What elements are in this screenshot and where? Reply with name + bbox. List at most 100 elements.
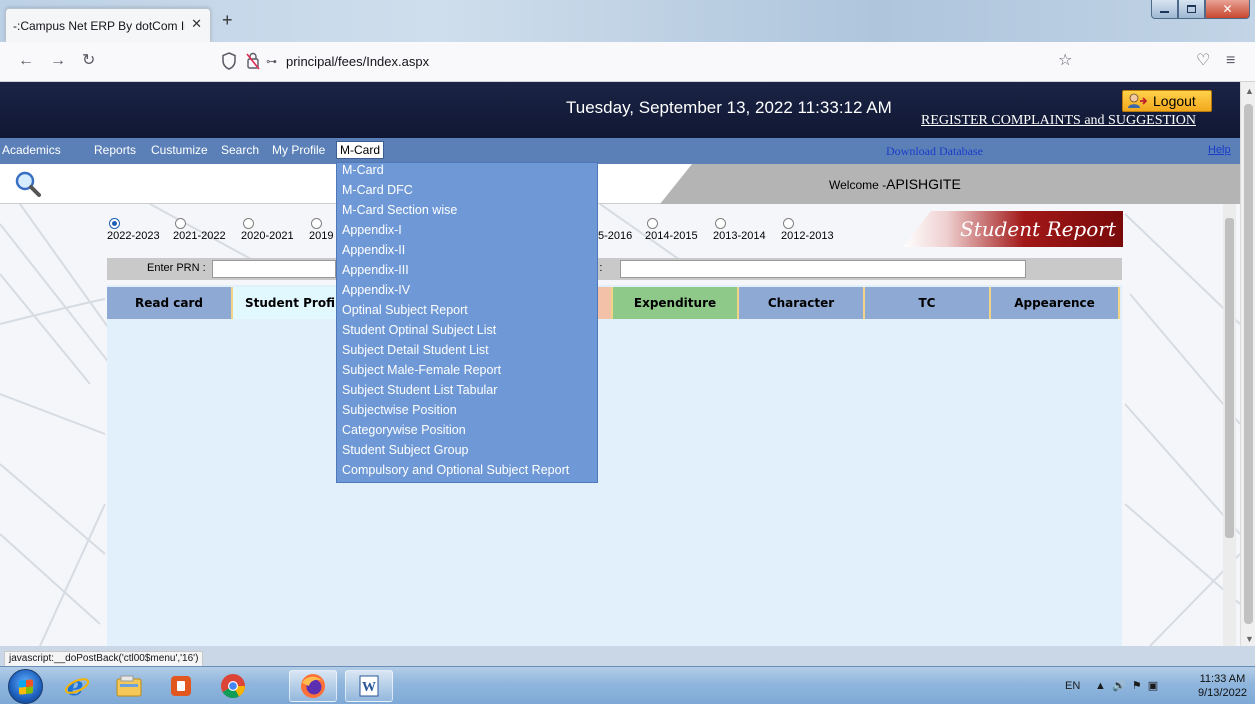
start-button-icon[interactable] [8,669,43,704]
minimize-button[interactable] [1151,0,1178,19]
menu-custumize[interactable]: Custumize [151,143,208,157]
svg-text:W: W [362,680,376,695]
download-database-link[interactable]: Download Database [886,144,983,159]
page-scrollbar[interactable]: ▲ ▼ [1240,82,1255,646]
dropdown-item-m-card[interactable]: M-Card [342,163,384,177]
page-header: Tuesday, September 13, 2022 11:33:12 AM … [0,82,1240,138]
radio[interactable] [783,218,794,229]
web-page: Tuesday, September 13, 2022 11:33:12 AM … [0,82,1240,646]
year-option-2022-2023[interactable]: 2022-2023 [107,218,160,242]
word-icon[interactable]: W [345,670,393,702]
pocket-icon[interactable]: ♡ [1196,53,1210,69]
maximize-button[interactable] [1178,0,1205,19]
dropdown-item-appendix-iii[interactable]: Appendix-III [342,263,409,277]
permissions-icon[interactable]: ⊶ [266,55,277,68]
year-option-2014-2015[interactable]: 2014-2015 [645,218,698,242]
tab-read-card[interactable]: Read card [107,287,233,319]
report-tabs: Read card Student Profil Expenditure Cha… [107,287,1122,319]
dropdown-item-student-optinal-subject-list[interactable]: Student Optinal Subject List [342,323,496,337]
dropdown-item-optinal-subject-report[interactable]: Optinal Subject Report [342,303,468,317]
menu-academics[interactable]: Academics [2,143,61,157]
browser-tab[interactable]: -:Campus Net ERP By dotCom Infot ✕ [5,8,211,42]
dropdown-item-m-card-section-wise[interactable]: M-Card Section wise [342,203,457,217]
radio[interactable] [647,218,658,229]
menu-hamburger-icon[interactable]: ≡ [1226,53,1235,69]
prn-input[interactable] [212,260,336,278]
reload-icon[interactable]: ↻ [82,53,95,69]
taskbar-clock[interactable]: 11:33 AM 9/13/2022 [1198,672,1247,700]
bookmark-star-icon[interactable]: ☆ [1058,53,1072,69]
name-input[interactable] [620,260,1026,278]
forward-arrow-icon[interactable]: → [50,53,66,69]
dropdown-item-student-subject-group[interactable]: Student Subject Group [342,443,468,457]
system-tray-icons[interactable]: ▲ 🔊 ⚑ ▣ [1095,679,1158,692]
tab-title: -:Campus Net ERP By dotCom Infot [13,19,185,33]
menu-search[interactable]: Search [221,143,259,157]
page-scrollbar-thumb[interactable] [1244,104,1253,624]
scroll-down-icon[interactable]: ▼ [1245,634,1254,644]
menu-my-profile[interactable]: My Profile [272,143,325,157]
taskbar: e W EN ▲ 🔊 ⚑ ▣ 11:33 AM 9/13/2022 [0,666,1255,704]
year-label: 2012-2013 [781,230,834,242]
menu-m-card[interactable]: M-Card [336,141,385,159]
year-label: 2020-2021 [241,230,294,242]
tab-appearence[interactable]: Appearence [991,287,1120,319]
search-bar: Enter PRN : me : [107,258,1122,280]
inner-scrollbar[interactable] [1223,204,1236,646]
radio-selected[interactable] [109,218,120,229]
logout-button[interactable]: Logout [1122,90,1212,112]
radio[interactable] [715,218,726,229]
menu-reports[interactable]: Reports [94,143,136,157]
inner-scrollbar-thumb[interactable] [1225,218,1234,538]
dropdown-item-subject-student-list-tabular[interactable]: Subject Student List Tabular [342,383,497,397]
close-window-button[interactable]: ✕ [1205,0,1250,19]
report-content-panel [107,285,1122,646]
internet-explorer-icon[interactable]: e [53,670,101,702]
tab-character[interactable]: Character [739,287,865,319]
chrome-icon[interactable] [209,670,257,702]
dropdown-item-appendix-ii[interactable]: Appendix-II [342,243,405,257]
year-option-2020-2021[interactable]: 2020-2021 [241,218,294,242]
year-label: 2019 [309,230,334,242]
help-link[interactable]: Help [1208,144,1231,156]
insecure-lock-icon[interactable] [246,52,260,70]
dropdown-item-subject-male-female-report[interactable]: Subject Male-Female Report [342,363,501,377]
radio[interactable] [175,218,186,229]
dropdown-item-compulsory-optional-subject-report[interactable]: Compulsory and Optional Subject Report [342,463,569,477]
tab-expenditure[interactable]: Expenditure [613,287,739,319]
dropdown-item-appendix-iv[interactable]: Appendix-IV [342,283,410,297]
welcome-text: Welcome -APISHGITE [829,176,961,192]
register-complaints-link[interactable]: REGISTER COMPLAINTS and SUGGESTION [921,113,1196,129]
status-link-preview: javascript:__doPostBack('ctl00$menu','16… [4,651,204,667]
browser-nav-bar: ← → ↻ ⊶ principal/fees/Index.aspx ☆ ♡ ≡ [0,42,1255,82]
radio[interactable] [311,218,322,229]
dropdown-item-categorywise-position[interactable]: Categorywise Position [342,423,466,437]
firefox-icon[interactable] [289,670,337,702]
radio[interactable] [243,218,254,229]
shield-icon[interactable] [222,52,236,70]
prn-label: Enter PRN : [147,262,206,274]
dropdown-item-m-card-dfc[interactable]: M-Card DFC [342,183,413,197]
tab-tc[interactable]: TC [865,287,991,319]
url-field[interactable]: principal/fees/Index.aspx [286,54,429,69]
year-option-2012-2013[interactable]: 2012-2013 [781,218,834,242]
year-option-2015-2016[interactable]: 5-2016 [598,218,632,242]
year-option-2019[interactable]: 2019 [309,218,333,242]
media-player-icon[interactable] [157,670,205,702]
tab-close-icon[interactable]: ✕ [191,16,202,32]
welcome-user: APISHGITE [886,176,961,192]
scroll-up-icon[interactable]: ▲ [1245,86,1254,96]
clock-date: 9/13/2022 [1198,687,1247,699]
dropdown-item-subjectwise-position[interactable]: Subjectwise Position [342,403,457,417]
dropdown-item-appendix-i[interactable]: Appendix-I [342,223,402,237]
screen: -:Campus Net ERP By dotCom Infot ✕ + ✕ ←… [0,0,1255,704]
new-tab-icon[interactable]: + [222,11,233,29]
magnifier-search-icon[interactable] [14,170,42,198]
year-option-2021-2022[interactable]: 2021-2022 [173,218,226,242]
language-indicator[interactable]: EN [1065,680,1080,692]
dropdown-item-subject-detail-student-list[interactable]: Subject Detail Student List [342,343,489,357]
file-explorer-icon[interactable] [105,670,153,702]
back-arrow-icon[interactable]: ← [18,53,34,69]
user-logout-icon [1128,93,1147,108]
year-option-2013-2014[interactable]: 2013-2014 [713,218,766,242]
